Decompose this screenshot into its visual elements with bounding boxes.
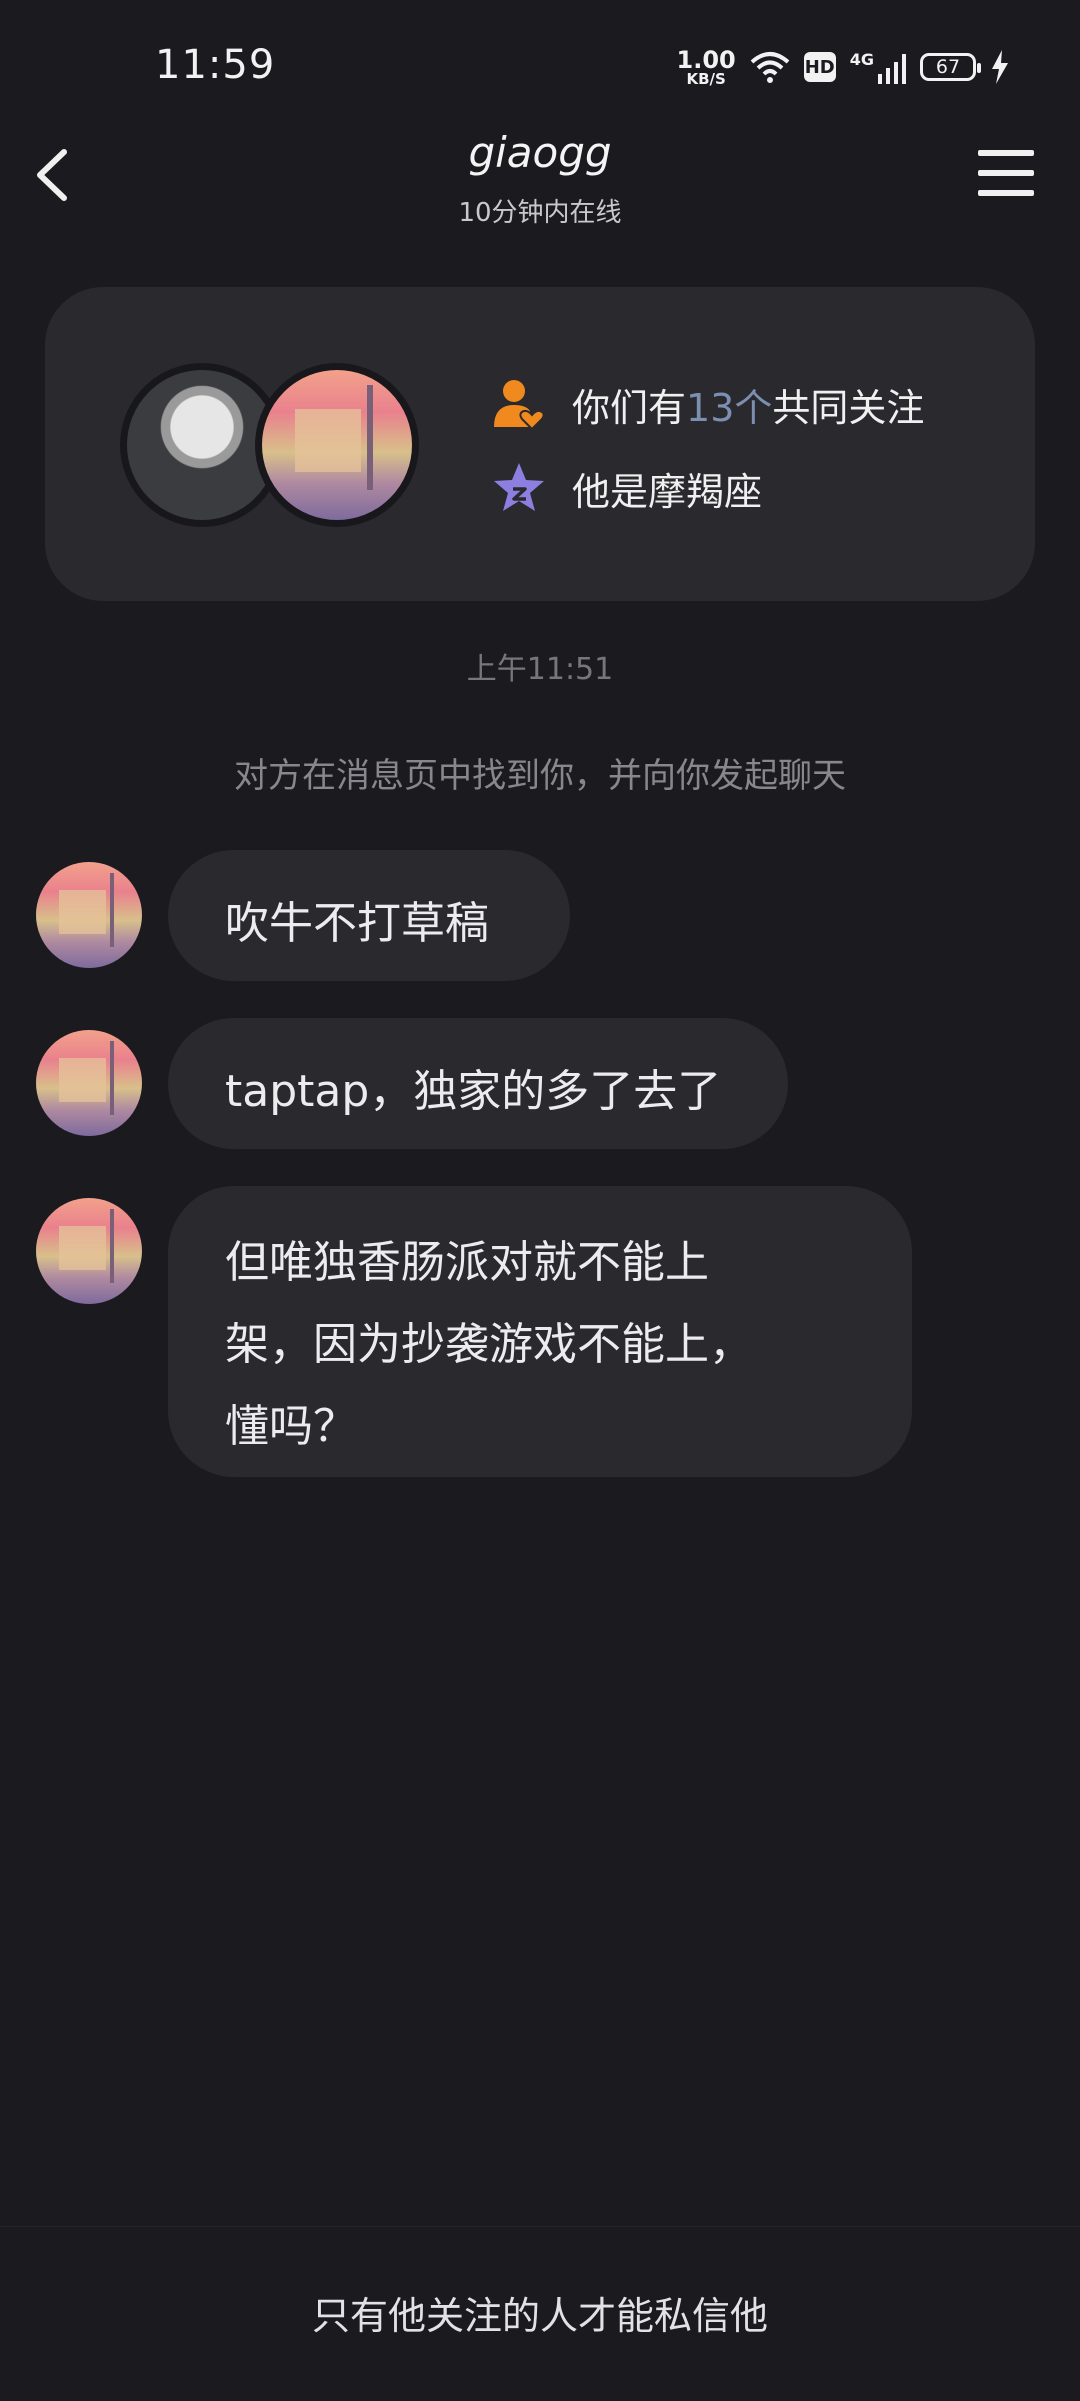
online-status: 10分钟内在线 (458, 198, 622, 228)
system-message: 对方在消息页中找到你，并向你发起聊天 (234, 756, 846, 796)
restriction-notice: 只有他关注的人才能私信他 (311, 2294, 768, 2338)
charging-icon (992, 50, 1008, 84)
contact-avatar[interactable] (255, 363, 419, 527)
status-time: 11:59 (155, 42, 276, 88)
message-restriction-bar: 只有他关注的人才能私信他 (0, 2226, 1080, 2401)
message-avatar[interactable] (36, 1198, 142, 1304)
wifi-icon (750, 52, 790, 83)
hd-icon: HD (803, 52, 836, 82)
page-title: giaogg (468, 128, 612, 177)
mutual-count: 13个 (686, 385, 773, 430)
net-speed: 1.00 KB/S (677, 48, 736, 87)
message-avatar[interactable] (36, 1030, 142, 1136)
battery-icon: 67 (920, 53, 981, 81)
zodiac-row: 他是摩羯座 (490, 459, 762, 517)
mutual-follow-row[interactable]: 你们有13个共同关注 (490, 375, 924, 433)
net-speed-value: 1.00 (676, 45, 736, 74)
message-avatar[interactable] (36, 862, 142, 968)
menu-icon[interactable] (978, 150, 1040, 200)
star-icon (494, 463, 544, 511)
message-bubble[interactable]: taptap，独家的多了去了 (168, 1018, 788, 1149)
mutual-follow-text: 你们有13个共同关注 (572, 377, 924, 432)
message-bubble[interactable]: 但唯独香肠派对就不能上 架，因为抄袭游戏不能上， 懂吗？ (168, 1186, 912, 1477)
status-icons: 1.00 KB/S HD 4G 67 (677, 44, 1010, 90)
mutual-suffix: 共同关注 (772, 385, 925, 430)
zodiac-text: 他是摩羯座 (572, 469, 763, 514)
cell-signal-icon: 4G (850, 50, 906, 84)
mutual-prefix: 你们有 (572, 385, 687, 430)
net-speed-unit: KB/S (686, 69, 726, 88)
status-bar: 11:59 1.00 KB/S HD 4G 67 (0, 0, 1080, 130)
network-type-label: 4G (849, 50, 874, 69)
message-timestamp: 上午11:51 (466, 652, 614, 687)
person-heart-icon (494, 380, 545, 431)
profile-info-card[interactable]: 你们有13个共同关注 他是摩羯座 (45, 287, 1035, 601)
message-bubble[interactable]: 吹牛不打草稿 (168, 850, 570, 981)
